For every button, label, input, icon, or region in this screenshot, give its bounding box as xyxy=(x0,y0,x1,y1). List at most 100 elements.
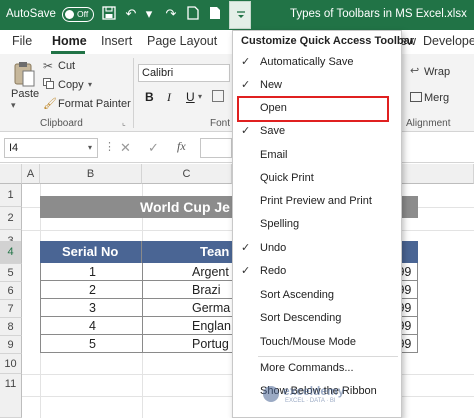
cancel-icon[interactable]: ✕ xyxy=(120,140,131,156)
menu-item-undo[interactable]: ✓ Undo xyxy=(233,237,401,260)
underline-button[interactable]: U xyxy=(186,90,195,104)
row-header[interactable]: 6 xyxy=(0,282,22,300)
table-divider xyxy=(142,281,143,299)
name-box-value: I4 xyxy=(9,142,19,154)
document-title: Types of Toolbars in MS Excel.xlsx xyxy=(290,8,467,20)
menu-item-label: New xyxy=(260,79,283,91)
column-header-a[interactable]: A xyxy=(22,164,40,184)
redo-icon[interactable]: ↷ xyxy=(163,6,179,22)
check-icon: ✓ xyxy=(241,79,251,91)
save-icon[interactable] xyxy=(101,6,117,22)
tab-home[interactable]: Home xyxy=(52,34,87,48)
qat-dropdown-icon xyxy=(236,10,246,22)
cut-icon[interactable]: ✂ xyxy=(43,59,53,73)
row-header[interactable]: 9 xyxy=(0,336,22,354)
format-painter-icon[interactable]: 🖌 xyxy=(43,97,57,110)
paste-label[interactable]: Paste xyxy=(11,88,39,100)
new-document-icon[interactable] xyxy=(185,6,201,22)
copy-label[interactable]: Copy xyxy=(58,79,84,91)
menu-item-automatically-save[interactable]: ✓ Automatically Save xyxy=(233,51,401,74)
menu-item-email[interactable]: Email xyxy=(233,144,401,167)
undo-icon[interactable]: ↶ xyxy=(123,6,139,22)
undo-dropdown-icon[interactable]: ▾ xyxy=(141,6,157,22)
tab-developer[interactable]: Developer xyxy=(423,34,474,48)
merge-icon[interactable] xyxy=(410,92,422,102)
paste-icon[interactable] xyxy=(12,60,36,88)
merge-label[interactable]: Merg xyxy=(424,92,449,104)
menu-item-more-commands[interactable]: More Commands... xyxy=(233,357,401,380)
menu-item-spelling[interactable]: Spelling xyxy=(233,213,401,236)
row-header[interactable]: 2 xyxy=(0,207,22,230)
column-header-e[interactable] xyxy=(402,164,474,184)
table-divider xyxy=(142,317,143,335)
menu-item-print-preview[interactable]: Print Preview and Print xyxy=(233,190,401,213)
toggle-knob xyxy=(65,10,74,19)
format-painter-label[interactable]: Format Painter xyxy=(58,98,131,110)
font-name-value: Calibri xyxy=(142,67,174,79)
serial-cell: 4 xyxy=(89,319,96,333)
wrap-text-label[interactable]: Wrap xyxy=(424,66,450,78)
font-group-label: Font xyxy=(210,118,231,129)
menu-item-label: Print Preview and Print xyxy=(260,195,372,207)
underline-dropdown-icon[interactable]: ▾ xyxy=(198,92,202,101)
serial-cell: 2 xyxy=(89,283,96,297)
clipboard-launcher-icon[interactable]: ⌞ xyxy=(122,118,126,127)
check-icon: ✓ xyxy=(241,56,251,68)
bold-button[interactable]: B xyxy=(145,90,154,104)
name-box-dropdown-icon[interactable]: ▾ xyxy=(88,143,92,152)
row-header[interactable]: 10 xyxy=(0,354,22,374)
enter-icon[interactable]: ✓ xyxy=(148,140,159,156)
row-header[interactable]: 5 xyxy=(0,264,22,282)
menu-item-label: Quick Print xyxy=(260,172,314,184)
check-icon: ✓ xyxy=(241,265,251,277)
copy-dropdown-icon[interactable]: ▾ xyxy=(88,80,92,89)
menu-item-label: Email xyxy=(260,149,288,161)
team-cell: Germa xyxy=(192,301,231,315)
column-header-c[interactable]: C xyxy=(142,164,232,184)
wrap-text-icon[interactable]: ↩ xyxy=(410,64,419,77)
menu-item-label: More Commands... xyxy=(260,362,354,374)
font-name-select[interactable]: Calibri xyxy=(138,64,230,82)
menu-item-label: Redo xyxy=(260,265,287,277)
menu-item-sort-ascending[interactable]: Sort Ascending xyxy=(233,284,401,307)
row-header[interactable]: 7 xyxy=(0,300,22,318)
open-document-icon[interactable] xyxy=(207,6,223,22)
tab-file[interactable]: File xyxy=(12,34,32,48)
qat-dropdown-button[interactable] xyxy=(229,1,251,29)
tab-insert[interactable]: Insert xyxy=(101,34,132,48)
row-header[interactable]: 11 xyxy=(0,374,22,418)
insert-function-icon[interactable]: fx xyxy=(177,139,186,154)
team-cell: Brazi xyxy=(192,283,221,297)
menu-item-touch-mouse-mode[interactable]: Touch/Mouse Mode xyxy=(233,331,401,354)
copy-icon[interactable] xyxy=(43,78,54,89)
autosave-toggle[interactable]: Off xyxy=(62,7,94,22)
check-icon: ✓ xyxy=(241,242,251,254)
check-icon: ✓ xyxy=(241,125,251,137)
serial-cell: 3 xyxy=(89,301,96,315)
italic-button[interactable]: I xyxy=(167,90,171,105)
select-all-corner[interactable] xyxy=(0,164,22,184)
formula-input[interactable] xyxy=(200,138,232,158)
row-header-selected[interactable]: 4 xyxy=(0,241,22,264)
column-header-b[interactable]: B xyxy=(40,164,142,184)
menu-item-save[interactable]: ✓ Save xyxy=(233,120,401,143)
menu-item-redo[interactable]: ✓ Redo xyxy=(233,260,401,283)
menu-item-label: Save xyxy=(260,125,286,137)
cut-label[interactable]: Cut xyxy=(58,60,75,72)
table-divider xyxy=(142,263,143,281)
borders-icon[interactable] xyxy=(212,90,224,102)
menu-item-new[interactable]: ✓ New xyxy=(233,74,401,97)
tab-page-layout[interactable]: Page Layout xyxy=(147,34,217,48)
name-box[interactable]: I4 xyxy=(4,138,98,158)
paste-dropdown-icon[interactable]: ▾ xyxy=(11,100,16,111)
header-serial-no: Serial No xyxy=(62,244,119,259)
team-cell: Argent xyxy=(192,265,229,279)
row-header[interactable]: 1 xyxy=(0,184,22,207)
menu-item-sort-descending[interactable]: Sort Descending xyxy=(233,307,401,330)
watermark-tagline: EXCEL · DATA · BI xyxy=(285,398,336,404)
sheet-title-text: World Cup Je xyxy=(140,199,230,215)
menu-item-label: Spelling xyxy=(260,218,300,230)
menu-item-quick-print[interactable]: Quick Print xyxy=(233,167,401,190)
row-header[interactable]: 8 xyxy=(0,318,22,336)
exceldemy-logo-icon xyxy=(263,386,279,402)
